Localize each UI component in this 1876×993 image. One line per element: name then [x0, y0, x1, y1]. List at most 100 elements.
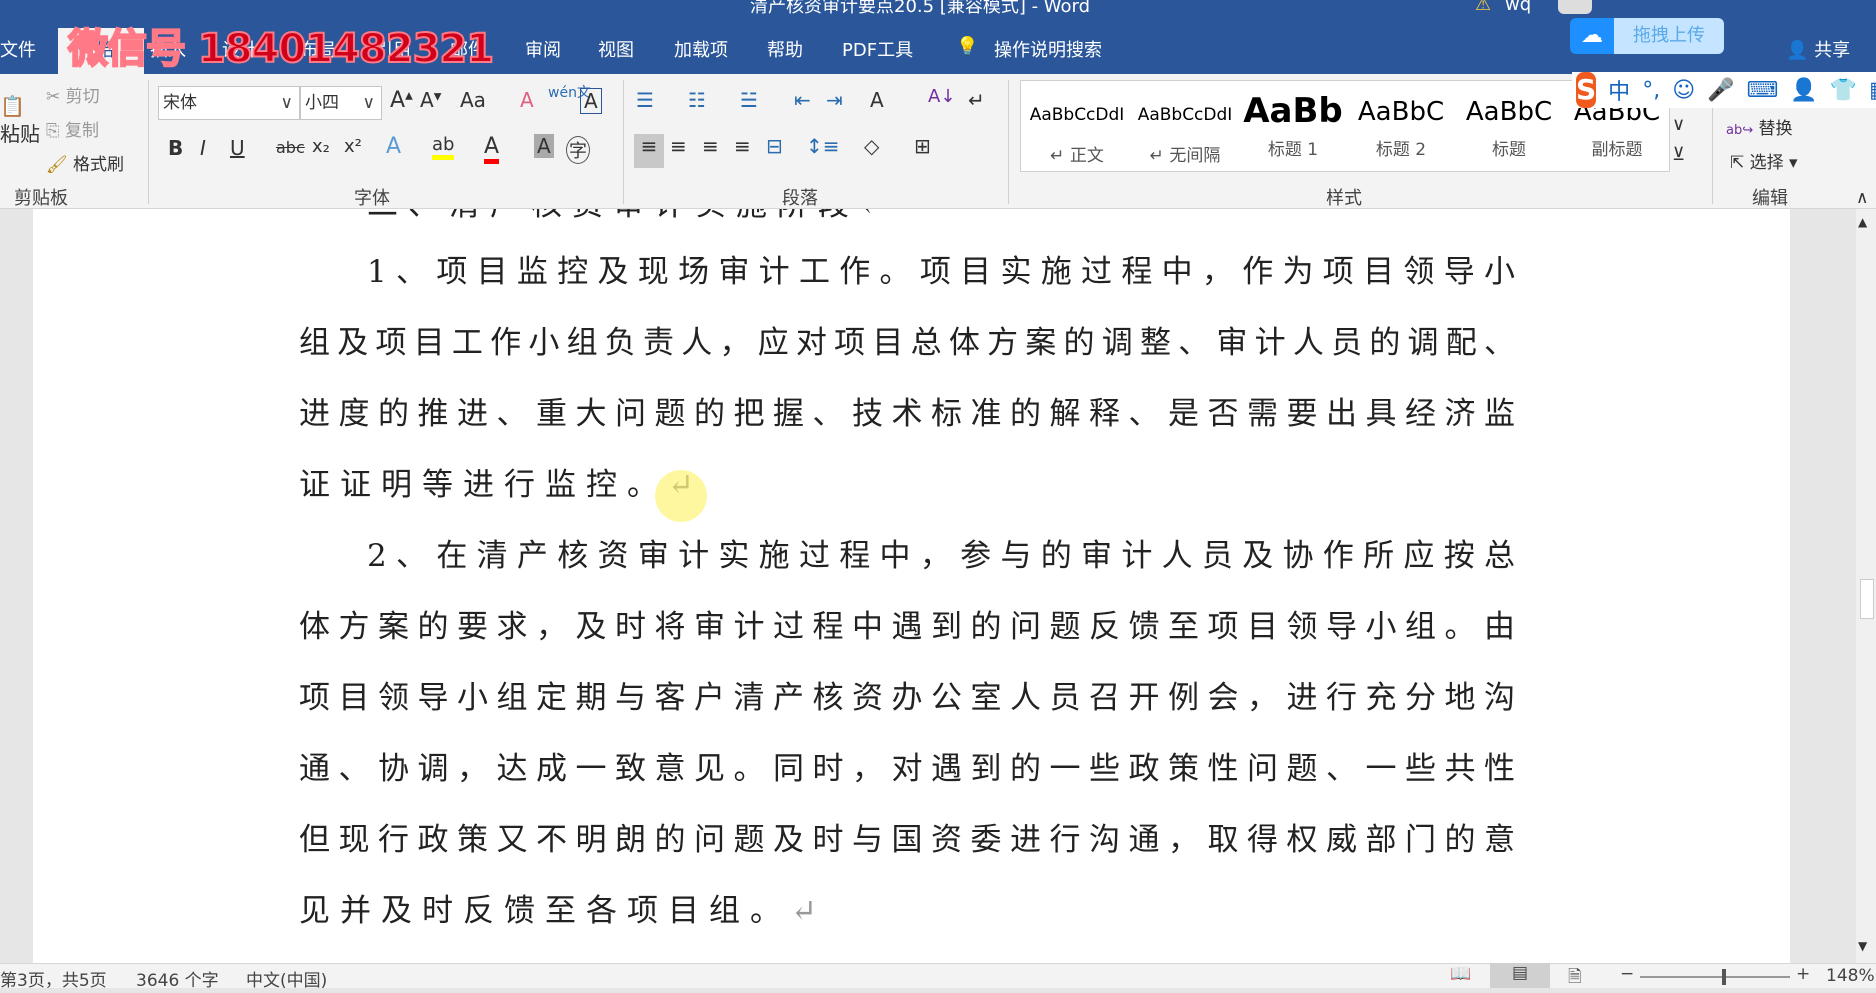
text-effects-button[interactable]: A — [386, 134, 401, 159]
char-scaling-icon[interactable]: A — [870, 88, 884, 112]
distributed-button[interactable]: ⊟ — [766, 134, 783, 158]
italic-button[interactable]: I — [200, 136, 206, 160]
toolbox-icon[interactable]: ▦ — [1869, 78, 1876, 103]
gallery-more-button[interactable]: ⊻ — [1672, 144, 1685, 165]
scissors-icon: ✂ — [46, 87, 61, 107]
shading-icon[interactable]: ◇ — [864, 134, 879, 158]
grow-font-button[interactable]: A▲ — [390, 88, 413, 113]
font-name-select[interactable]: 宋体 ∨ — [158, 86, 300, 120]
zoom-slider[interactable] — [1640, 969, 1790, 985]
cut-label: 剪切 — [65, 87, 100, 107]
web-layout-icon[interactable]: 🗎 — [1568, 964, 1582, 993]
shrink-font-button[interactable]: A▼ — [420, 88, 441, 112]
font-color-button[interactable]: A — [484, 134, 500, 164]
superscript-button[interactable]: x² — [344, 136, 362, 157]
print-layout-icon[interactable]: ▤ — [1490, 963, 1550, 988]
styles-group-label: 样式 — [1326, 188, 1362, 209]
zoom-level[interactable]: 148% — [1826, 966, 1875, 986]
format-painter-button[interactable]: 🖌 格式刷 — [46, 150, 124, 175]
tab-view[interactable]: 视图 — [598, 36, 634, 62]
style-heading-1[interactable]: AaBb 标题 1 — [1239, 81, 1347, 173]
scroll-thumb[interactable] — [1860, 579, 1874, 619]
user-name[interactable]: wq — [1505, 0, 1531, 15]
increase-indent-icon[interactable]: ⇥ — [826, 88, 843, 112]
tab-file[interactable]: 文件 — [0, 36, 36, 62]
zoom-slider-thumb[interactable] — [1722, 969, 1727, 985]
style-sample: AaBbC — [1465, 97, 1553, 127]
borders-icon[interactable]: ⊞ — [914, 134, 931, 158]
vertical-scrollbar[interactable]: ▲ ▼ — [1856, 209, 1876, 963]
keyboard-icon[interactable]: ⌨ — [1747, 78, 1779, 103]
style-title[interactable]: AaBbC 标题 — [1455, 81, 1563, 173]
warning-icon[interactable]: ⚠ — [1475, 0, 1491, 15]
bullets-icon[interactable]: ☰ — [636, 88, 654, 112]
copy-button[interactable]: ⎘ 复制 — [46, 116, 99, 141]
align-center-button[interactable]: ≡ — [670, 134, 687, 158]
strikethrough-button[interactable]: abc — [276, 138, 305, 157]
paragraph-mark: ↵ — [791, 893, 827, 929]
replace-label: 替换 — [1758, 119, 1793, 139]
document-page[interactable]: 二、清产核资审计实施阶段↵ 1、项目监控及现场审计工作。项目实施过程中，作为项目… — [33, 209, 1790, 963]
skin-icon[interactable]: 👕 — [1830, 78, 1857, 103]
tab-addins[interactable]: 加载项 — [674, 36, 728, 62]
language[interactable]: 中文(中国) — [246, 966, 327, 991]
tab-review[interactable]: 审阅 — [525, 36, 561, 62]
char-border-button[interactable]: A — [580, 88, 602, 114]
style-heading-2[interactable]: AaBbC 标题 2 — [1347, 81, 1455, 173]
select-button[interactable]: ⇱ 选择 ▾ — [1730, 148, 1798, 173]
zoom-in-button[interactable]: + — [1796, 964, 1810, 984]
font-size-select[interactable]: 小四 ∨ — [300, 86, 382, 120]
numbering-icon[interactable]: ☷ — [688, 88, 706, 112]
style-name: ↵ 正文 — [1050, 146, 1104, 166]
word-count[interactable]: 3646 个字 — [136, 966, 219, 991]
char-shading-button[interactable]: A — [534, 134, 554, 158]
multilevel-list-icon[interactable]: ☱ — [740, 88, 758, 112]
collapse-ribbon-icon[interactable]: ∧ — [1856, 188, 1868, 208]
document-body[interactable]: 二、清产核资审计实施阶段↵ 1、项目监控及现场审计工作。项目实施过程中，作为项目… — [299, 209, 1521, 947]
change-case-button[interactable]: Aa — [460, 88, 486, 112]
bold-button[interactable]: B — [168, 136, 183, 160]
sogou-logo[interactable]: S — [1576, 72, 1597, 108]
enclose-char-button[interactable]: 字 — [566, 136, 590, 164]
paste-label: 粘贴 — [0, 122, 40, 146]
ime-mode[interactable]: 中 — [1608, 74, 1630, 106]
clear-format-icon[interactable]: A — [520, 88, 534, 112]
user-icon[interactable]: 👤 — [1790, 78, 1817, 103]
cut-button[interactable]: ✂ 剪切 — [46, 82, 100, 107]
tab-pdf-tools[interactable]: PDF工具 — [842, 36, 913, 62]
style-no-spacing[interactable]: AaBbCcDdI ↵ 无间隔 — [1131, 81, 1239, 173]
upload-label: 拖拽上传 — [1614, 18, 1724, 54]
page-count[interactable]: 第3页，共5页 — [0, 966, 107, 991]
zoom-out-button[interactable]: − — [1620, 964, 1634, 984]
read-mode-icon[interactable]: 📖 — [1450, 964, 1471, 984]
tab-help[interactable]: 帮助 — [767, 36, 803, 62]
tell-me-search[interactable]: 操作说明搜索 — [994, 36, 1102, 62]
paste-button[interactable]: 📋 粘贴 — [0, 94, 40, 147]
decrease-indent-icon[interactable]: ⇤ — [794, 88, 811, 112]
mic-icon[interactable]: 🎤 — [1707, 78, 1734, 103]
avatar[interactable] — [1558, 0, 1592, 14]
style-normal[interactable]: AaBbCcDdI ↵ 正文 — [1023, 81, 1131, 173]
cursor-icon: ⇱ — [1730, 153, 1745, 173]
highlight-button[interactable]: ab — [432, 134, 455, 160]
style-sample: AaBbCcDdI — [1029, 105, 1125, 125]
format-painter-label: 格式刷 — [73, 155, 124, 175]
sort-icon[interactable]: A↓ — [928, 86, 955, 107]
align-left-button[interactable]: ≡ — [634, 134, 664, 168]
underline-button[interactable]: U — [230, 136, 245, 160]
ime-punct[interactable]: °, — [1642, 78, 1660, 103]
line-spacing-icon[interactable]: ↕≡ — [806, 134, 840, 158]
share-button[interactable]: 👤 共享 — [1786, 36, 1850, 62]
emoji-icon[interactable]: ☺ — [1672, 78, 1695, 103]
text-line: 组及项目工作小组负责人，应对项目总体方案的调整、审计人员的调配、 — [299, 308, 1521, 379]
align-right-button[interactable]: ≡ — [702, 134, 719, 158]
show-marks-icon[interactable]: ↵ — [968, 88, 985, 112]
justify-button[interactable]: ≡ — [734, 134, 751, 158]
upload-button[interactable]: ☁ 拖拽上传 — [1570, 18, 1724, 54]
scroll-down-icon[interactable]: ▼ — [1858, 939, 1867, 953]
replace-button[interactable]: ab↪ 替换 — [1726, 114, 1793, 139]
gallery-scroll-down[interactable]: ∨ — [1672, 114, 1685, 135]
scroll-up-icon[interactable]: ▲ — [1858, 215, 1867, 229]
text-line: 进度的推进、重大问题的把握、技术标准的解释、是否需要出具经济监 — [299, 379, 1521, 450]
subscript-button[interactable]: x₂ — [312, 136, 330, 157]
